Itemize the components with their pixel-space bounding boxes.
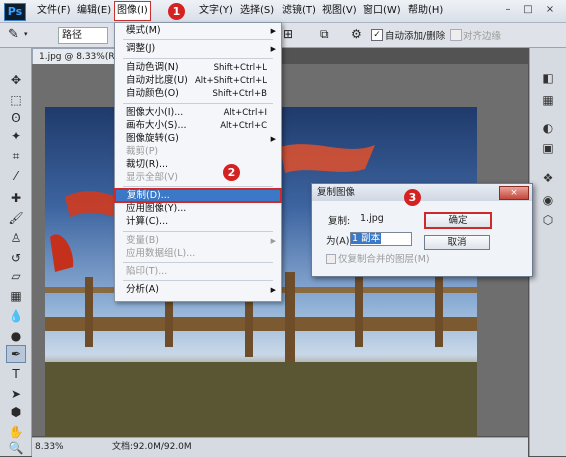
merged-layers-only-checkbox [326,254,336,264]
ok-button[interactable]: 确定 [424,212,492,229]
channels-panel-icon[interactable]: ◉ [540,192,556,208]
menu-file[interactable]: 文件(F) [37,0,71,22]
step-badge-3: 3 [404,189,421,206]
status-bar: 8.33% 文档:92.0M/92.0M [32,437,528,457]
menu-item-analysis[interactable]: 分析(A) ▶ [115,284,281,296]
menu-image[interactable]: 图像(I) [114,1,151,21]
menu-type[interactable]: 文字(Y) [199,0,233,22]
dodge-tool-icon[interactable]: ● [8,328,24,344]
pen-tool-icon[interactable]: ✒ [6,345,26,363]
menu-window[interactable]: 窗口(W) [363,0,401,22]
menu-item-mode[interactable]: 模式(M) ▶ [115,25,281,37]
zoom-level[interactable]: 8.33% [35,438,64,457]
eraser-tool-icon[interactable]: ▱ [8,268,24,284]
color-panel-icon[interactable]: ◧ [540,70,556,86]
menu-item-image-rotation[interactable]: 图像旋转(G) ▶ [115,133,281,145]
image-dropdown-menu: 模式(M) ▶ 调整(J) ▶ 自动色调(N) Shift+Ctrl+L 自动对比度(… [114,22,282,302]
menu-help[interactable]: 帮助(H) [408,0,443,22]
crop-tool-icon[interactable]: ⌗ [8,148,24,164]
menu-item-auto-color[interactable]: 自动颜色(O) Shift+Ctrl+B [115,88,281,100]
as-label: 为(A): [326,236,353,247]
lasso-tool-icon[interactable]: ʘ [8,110,24,126]
quick-select-tool-icon[interactable]: ✦ [8,128,24,144]
gradient-tool-icon[interactable]: ▦ [8,288,24,304]
menu-item-calculations[interactable]: 计算(C)... [115,216,281,228]
blur-tool-icon[interactable]: 💧 [8,308,24,324]
brush-tool-icon[interactable]: 🖌 [8,210,24,226]
path-selection-tool-icon[interactable]: ➤ [8,386,24,402]
move-tool-icon[interactable]: ✥ [8,72,24,88]
menu-item-crop: 裁剪(P) [126,146,159,157]
zoom-tool-icon[interactable]: 🔍 [8,440,24,456]
menu-filter[interactable]: 滤镜(T) [282,0,316,22]
chevron-down-icon[interactable]: ▾ [24,30,28,38]
tools-panel: ✥ ⬚ ʘ ✦ ⌗ ⁄ ✚ 🖌 ♙ ↺ ▱ ▦ 💧 ● ✒ T ➤ ⬢ ✋ 🔍 [0,48,32,456]
dialog-title: 复制图像 [317,187,356,198]
document-size-info: 文档:92.0M/92.0M [112,442,192,452]
step-badge-2: 2 [223,164,240,181]
menu-item-apply-image[interactable]: 应用图像(Y)... [115,203,281,215]
menu-item-reveal-all: 显示全部(V) [126,172,178,183]
path-arrange-icon[interactable]: ⊞ [283,27,293,41]
menu-item-canvas-size[interactable]: 画布大小(S)... Alt+Ctrl+C [115,120,281,132]
menu-item-auto-contrast[interactable]: 自动对比度(U) Alt+Shift+Ctrl+L [115,75,281,87]
align-edges-checkbox[interactable] [450,29,462,41]
layers-panel-icon[interactable]: ❖ [540,170,556,186]
step-badge-1: 1 [168,3,185,20]
minimize-button[interactable]: – [500,3,516,17]
marquee-tool-icon[interactable]: ⬚ [8,92,24,108]
menu-item-trap: 陷印(T)... [126,266,168,277]
duplicate-source-name: 1.jpg [360,213,384,224]
menu-bar: Ps 文件(F) 编辑(E) 图像(I) 图 文字(Y) 选择(S) 滤镜(T)… [0,0,566,23]
auto-add-delete-label: 自动添加/删除 [385,31,446,42]
menu-item-apply-data-set: 应用数据组(L)... [126,248,196,259]
healing-brush-tool-icon[interactable]: ✚ [8,190,24,206]
gear-icon[interactable]: ⚙ [351,27,362,41]
close-button[interactable]: × [542,3,558,17]
menu-item-auto-tone[interactable]: 自动色调(N) Shift+Ctrl+L [115,62,281,74]
right-panel-dock: ◧ ▦ ◐ ▣ ❖ ◉ ⬡ [529,48,566,456]
cancel-button[interactable]: 取消 [424,235,490,250]
photoshop-logo: Ps [4,3,26,21]
merged-layers-only-label: 仅复制合并的图层(M) [338,254,430,265]
dialog-title-bar: 复制图像 × [312,184,532,201]
paths-panel-icon[interactable]: ⬡ [540,212,556,228]
type-tool-icon[interactable]: T [8,366,24,382]
shape-tool-icon[interactable]: ⬢ [8,404,24,420]
menu-item-duplicate[interactable]: 复制(D)... [114,188,282,203]
eyedropper-tool-icon[interactable]: ⁄ [8,168,24,184]
options-bar: ✎ ▾ 路径 ⊞ ⧉ ⚙ ✓ 自动添加/删除 对齐边缘 [0,23,566,48]
auto-add-checkbox[interactable]: ✓ [371,29,383,41]
menu-item-trim[interactable]: 裁切(R)... [115,159,281,171]
styles-panel-icon[interactable]: ▣ [540,140,556,156]
clone-stamp-tool-icon[interactable]: ♙ [8,230,24,246]
maximize-button[interactable]: □ [520,3,536,17]
pen-tool-icon[interactable]: ✎ [8,27,19,42]
hand-tool-icon[interactable]: ✋ [8,424,24,440]
menu-edit[interactable]: 编辑(E) [77,0,111,22]
duplicate-name-input[interactable]: 1 副本 [350,232,412,246]
path-mode-select[interactable]: 路径 [58,27,108,44]
adjustments-panel-icon[interactable]: ◐ [540,120,556,136]
swatches-panel-icon[interactable]: ▦ [540,92,556,108]
duplicate-image-dialog: 复制图像 × 复制: 1.jpg 为(A): 1 副本 仅复制合并的图层(M) … [311,183,533,277]
menu-view[interactable]: 视图(V) [322,0,357,22]
menu-item-variables: 变量(B) ▶ [126,235,276,246]
align-edges-label: 对齐边缘 [463,31,502,42]
menu-item-adjust[interactable]: 调整(J) ▶ [115,43,281,55]
duplicate-label: 复制: [328,216,351,227]
path-align-icon[interactable]: ⧉ [320,27,329,42]
dialog-close-button[interactable]: × [499,186,529,200]
menu-select[interactable]: 选择(S) [240,0,274,22]
history-brush-tool-icon[interactable]: ↺ [8,250,24,266]
menu-item-image-size[interactable]: 图像大小(I)... Alt+Ctrl+I [115,107,281,119]
